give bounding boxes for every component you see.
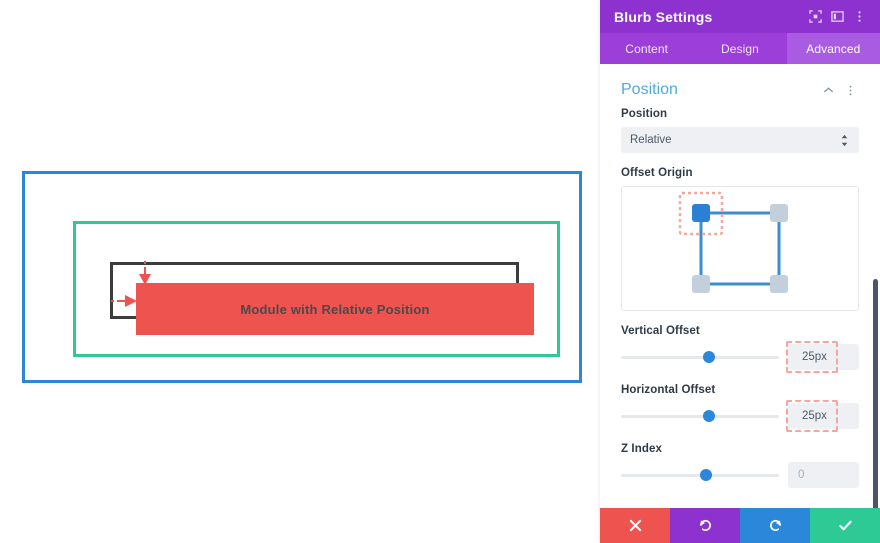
position-select[interactable]: Relative [621,127,859,153]
offset-origin-label: Offset Origin [621,167,693,179]
z-index-value: 0 [798,469,805,481]
field-offset-origin: Offset Origin [621,167,859,311]
horizontal-offset-slider[interactable] [621,407,779,425]
slider-thumb[interactable] [703,410,716,422]
module-label: Module with Relative Position [240,301,430,317]
z-index-input[interactable]: 0 [788,462,859,488]
toggle-title: Position [621,81,678,98]
field-vertical-offset: Vertical Offset 25px [621,325,859,373]
cancel-button[interactable] [600,508,670,543]
z-index-slider[interactable] [621,466,779,484]
vertical-offset-slider[interactable] [621,348,779,366]
vertical-offset-input[interactable]: 25px [786,341,859,373]
undo-button[interactable] [670,508,740,543]
module-block[interactable]: Module with Relative Position [136,283,534,335]
layout-icon[interactable] [826,6,848,28]
position-label: Position [621,108,668,120]
redo-button[interactable] [740,508,810,543]
tab-content[interactable]: Content [600,33,693,64]
slider-thumb[interactable] [703,351,716,363]
position-toggle-header[interactable]: Position [621,64,859,108]
panel-header: Blurb Settings [600,0,880,33]
horizontal-offset-value: 25px [802,410,827,422]
chevron-updown-icon [838,134,850,147]
field-z-index: Z Index 0 [621,443,859,488]
panel-action-bar [600,508,880,543]
horizontal-offset-label: Horizontal Offset [621,384,716,396]
slider-track [621,355,779,359]
slider-track [621,414,779,418]
vertical-offset-value: 25px [802,351,827,363]
tab-advanced[interactable]: Advanced [786,33,880,64]
panel-tabs: Content Design Advanced [600,33,880,64]
settings-panel: Blurb Settings Content Design Advanced P… [600,0,880,543]
panel-body: Position Position Relative Offset Origin… [600,64,880,508]
offset-origin-diagram [678,191,788,293]
builder-screen: Module with Relative Position Blurb Sett… [0,0,880,543]
slider-thumb[interactable] [700,469,712,481]
field-position: Position Relative [621,108,859,153]
position-select-value: Relative [630,134,672,146]
tab-design[interactable]: Design [693,33,786,64]
offset-origin-picker[interactable] [621,186,859,311]
z-index-label: Z Index [621,443,662,455]
more-options-icon[interactable] [841,81,859,99]
page-canvas: Module with Relative Position [0,0,600,543]
panel-title: Blurb Settings [614,8,713,25]
more-options-icon[interactable] [848,6,870,28]
focus-icon[interactable] [804,6,826,28]
field-horizontal-offset: Horizontal Offset 25px [621,384,859,432]
save-button[interactable] [810,508,880,543]
horizontal-offset-input[interactable]: 25px [786,400,859,432]
panel-scrollbar[interactable] [873,279,878,508]
vertical-offset-label: Vertical Offset [621,325,700,337]
chevron-up-icon[interactable] [819,81,837,99]
